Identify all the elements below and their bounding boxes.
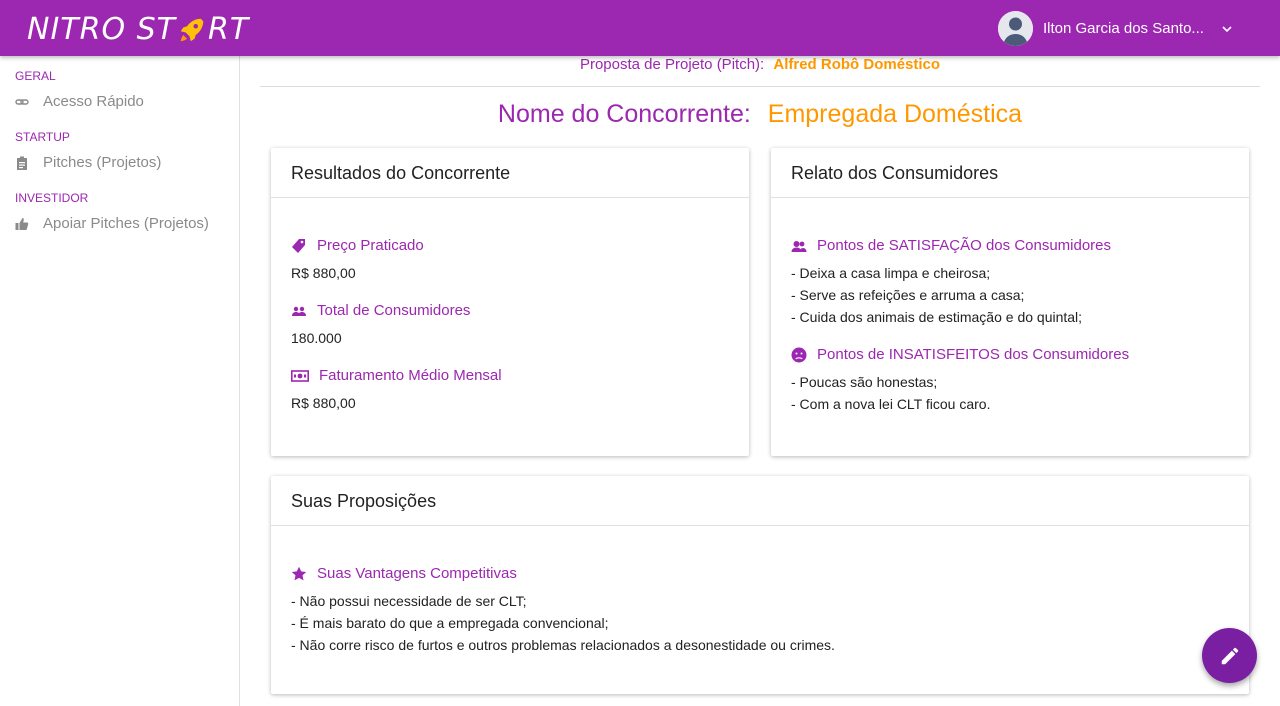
avatar[interactable]	[998, 11, 1033, 46]
price-label: Preço Praticado	[317, 237, 424, 254]
card-title: Resultados do Concorrente	[271, 148, 749, 198]
list-item: - Não corre risco de furtos e outros pro…	[291, 637, 835, 653]
user-menu[interactable]: Ilton Garcia dos Santo...	[998, 11, 1234, 46]
money-icon	[291, 369, 309, 382]
sidebar-item-acesso-rapido[interactable]: Acesso Rápido	[15, 93, 144, 110]
pitch-line: Proposta de Projeto (Pitch): Alfred Robô…	[240, 56, 1280, 73]
pencil-icon	[1221, 647, 1238, 664]
field-label: Pontos de SATISFAÇÃO dos Consumidores	[791, 237, 1229, 254]
consumers-card: Relato dos Consumidores Pontos de SATISF…	[771, 148, 1249, 456]
list-item: - Serve as refeições e arruma a casa;	[791, 287, 1025, 303]
clipboard-icon	[17, 156, 27, 170]
pitch-value: Alfred Robô Doméstico	[773, 56, 941, 73]
pitch-label: Proposta de Projeto (Pitch):	[579, 56, 765, 73]
field-label: Faturamento Médio Mensal	[291, 367, 729, 384]
divider	[260, 86, 1260, 87]
consumers-label: Total de Consumidores	[317, 302, 471, 319]
sidebar-section-investidor: INVESTIDOR	[15, 191, 89, 205]
satisfaction-label: Pontos de SATISFAÇÃO dos Consumidores	[817, 237, 1112, 254]
revenue-label: Faturamento Médio Mensal	[319, 367, 502, 384]
sidebar-section-startup: STARTUP	[15, 130, 70, 144]
star-icon	[291, 566, 307, 580]
advantages-list: - Não possui necessidade de ser CLT; - É…	[291, 590, 1229, 656]
sidebar-item-label: Acesso Rápido	[43, 93, 144, 110]
list-item: - Deixa a casa limpa e cheirosa;	[791, 265, 991, 281]
logo-text-right: RT	[207, 12, 250, 47]
thumb-up-icon	[15, 217, 29, 230]
user-name[interactable]: Ilton Garcia dos Santo...	[1043, 20, 1208, 37]
satisfied-people-icon	[791, 240, 807, 252]
propositions-card: Suas Proposições Suas Vantagens Competit…	[271, 476, 1249, 694]
tag-icon	[292, 238, 305, 253]
card-title: Suas Proposições	[271, 476, 1249, 526]
sidebar-item-apoiar-pitches[interactable]: Apoiar Pitches (Projetos)	[15, 215, 209, 232]
results-card: Resultados do Concorrente Preço Praticad…	[271, 148, 749, 456]
sidebar-item-label: Apoiar Pitches (Projetos)	[43, 215, 209, 232]
list-item: - Não possui necessidade de ser CLT;	[291, 593, 527, 609]
field-label: Total de Consumidores	[291, 302, 729, 319]
list-item: - É mais barato do que a empregada conve…	[291, 615, 609, 631]
logo-text-left: NITRO ST	[27, 12, 176, 47]
satisfaction-list: - Deixa a casa limpa e cheirosa; - Serve…	[791, 262, 1229, 328]
sidebar: GERAL Acesso Rápido STARTUP Pitches (Pro…	[0, 56, 240, 706]
rocket-icon	[180, 18, 204, 41]
link-icon	[15, 98, 29, 105]
field-label: Pontos de INSATISFEITOS dos Consumidores	[791, 346, 1229, 363]
card-title: Relato dos Consumidores	[771, 148, 1249, 198]
list-item: - Poucas são honestas;	[791, 374, 938, 390]
app-logo[interactable]: NITRO ST RT	[27, 12, 249, 47]
consumers-value: 180.000	[291, 330, 342, 346]
advantages-label: Suas Vantagens Competitivas	[317, 565, 517, 582]
list-item: - Cuida dos animais de estimação e do qu…	[791, 309, 1083, 325]
main-content: Proposta de Projeto (Pitch): Alfred Robô…	[240, 56, 1280, 706]
dissatisfaction-list: - Poucas são honestas; - Com a nova lei …	[791, 371, 1229, 415]
people-icon	[292, 306, 306, 316]
list-item: - Com a nova lei CLT ficou caro.	[791, 396, 991, 412]
dissatisfaction-label: Pontos de INSATISFEITOS dos Consumidores	[817, 346, 1130, 363]
top-app-bar: NITRO ST RT Ilton Garcia dos Santo...	[0, 0, 1280, 56]
sidebar-section-geral: GERAL	[15, 69, 56, 83]
user-avatar-icon	[998, 11, 1033, 46]
edit-button[interactable]	[1202, 628, 1257, 683]
competitor-title: Nome do Concorrente: Empregada Doméstica	[240, 100, 1280, 129]
competitor-value: Empregada Doméstica	[767, 100, 1023, 128]
revenue-value: R$ 880,00	[291, 395, 356, 411]
sidebar-item-label: Pitches (Projetos)	[43, 154, 162, 171]
field-label: Preço Praticado	[291, 237, 729, 254]
competitor-label: Nome do Concorrente:	[497, 100, 751, 128]
sidebar-item-pitches[interactable]: Pitches (Projetos)	[15, 154, 161, 171]
chevron-down-icon[interactable]	[1220, 22, 1234, 36]
sad-face-icon	[791, 347, 807, 362]
price-value: R$ 880,00	[291, 265, 356, 281]
field-label: Suas Vantagens Competitivas	[291, 565, 1229, 582]
